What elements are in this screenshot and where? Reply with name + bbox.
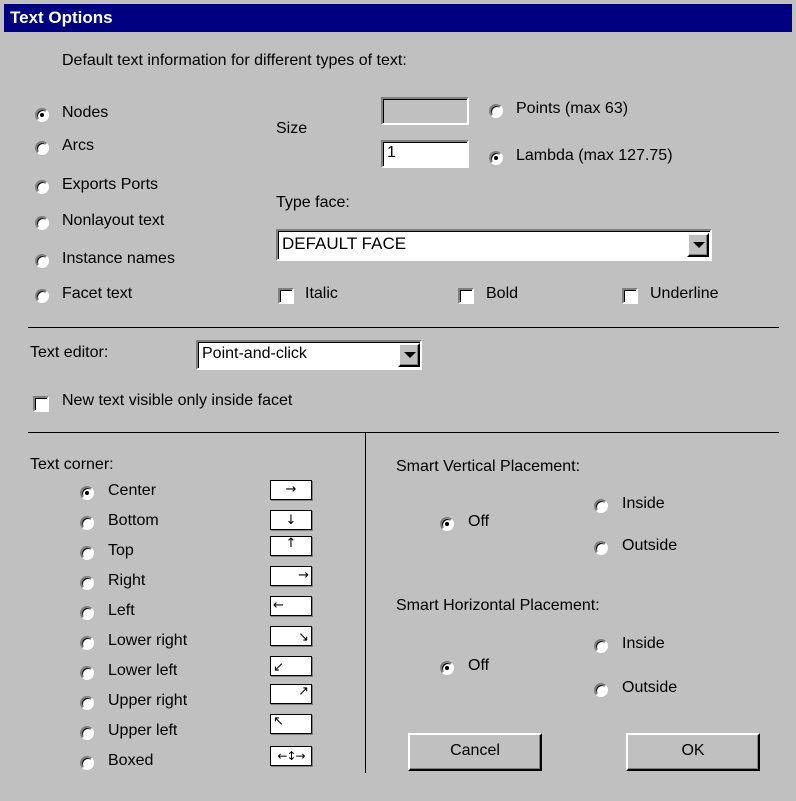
radio-horizontal-off[interactable] (440, 661, 454, 675)
arrow-lower-left-icon: ↙ (270, 656, 312, 676)
typeface-dropdown-button[interactable] (687, 233, 709, 257)
arrow-right-icon: → (270, 566, 312, 586)
radio-corner-left[interactable] (80, 606, 94, 620)
radio-lambda-label[interactable]: Lambda (max 127.75) (516, 147, 673, 165)
radio-corner-upper-left-label[interactable]: Upper left (108, 722, 177, 740)
radio-corner-upper-right[interactable] (80, 696, 94, 710)
divider (28, 327, 779, 328)
radio-corner-center[interactable] (80, 486, 94, 500)
radio-corner-right[interactable] (80, 576, 94, 590)
arrow-lower-right-icon: ↘ (270, 626, 312, 646)
radio-corner-upper-left[interactable] (80, 726, 94, 740)
bold-checkbox[interactable] (458, 288, 474, 304)
radio-horizontal-inside-label[interactable]: Inside (622, 635, 665, 653)
radio-horizontal-inside[interactable] (594, 639, 608, 653)
arrow-upper-right-icon: ↗ (270, 684, 312, 704)
radio-facet-text[interactable] (35, 289, 49, 303)
text-editor-dropdown-button[interactable] (398, 343, 420, 367)
radio-corner-upper-right-label[interactable]: Upper right (108, 692, 187, 710)
radio-vertical-outside-label[interactable]: Outside (622, 537, 677, 555)
radio-instance-names-label[interactable]: Instance names (62, 250, 175, 268)
radio-points[interactable] (489, 104, 503, 118)
radio-nodes[interactable] (35, 108, 49, 122)
radio-corner-boxed[interactable] (80, 756, 94, 770)
radio-facet-text-label[interactable]: Facet text (62, 285, 132, 303)
radio-corner-lower-right[interactable] (80, 636, 94, 650)
text-editor-label: Text editor: (30, 344, 109, 361)
radio-instance-names[interactable] (35, 254, 49, 268)
radio-corner-lower-left-label[interactable]: Lower left (108, 662, 177, 680)
radio-nonlayout-text[interactable] (35, 216, 49, 230)
divider (28, 432, 779, 433)
bold-label[interactable]: Bold (486, 285, 518, 303)
visible-inside-label[interactable]: New text visible only inside facet (62, 392, 292, 410)
radio-corner-lower-right-label[interactable]: Lower right (108, 632, 187, 650)
italic-label[interactable]: Italic (305, 285, 338, 303)
text-editor-select[interactable]: Point-and-click (196, 340, 422, 370)
smart-horizontal-label: Smart Horizontal Placement: (396, 597, 600, 614)
radio-arcs-label[interactable]: Arcs (62, 137, 94, 155)
dialog-title: Text Options (4, 4, 792, 32)
underline-label[interactable]: Underline (650, 285, 718, 303)
arrow-left-icon: ← (270, 596, 312, 616)
intro-text: Default text information for different t… (62, 52, 407, 69)
radio-horizontal-off-label[interactable]: Off (468, 657, 489, 675)
radio-corner-lower-left[interactable] (80, 666, 94, 680)
arrow-right-icon: → (270, 480, 312, 500)
radio-horizontal-outside[interactable] (594, 683, 608, 697)
radio-corner-right-label[interactable]: Right (108, 572, 145, 590)
arrow-down-icon: ↓ (270, 510, 312, 530)
divider (365, 433, 366, 773)
radio-corner-boxed-label[interactable]: Boxed (108, 752, 153, 770)
radio-points-label[interactable]: Points (max 63) (516, 100, 628, 118)
radio-exports-ports[interactable] (35, 180, 49, 194)
typeface-select[interactable]: DEFAULT FACE (276, 229, 712, 261)
radio-vertical-off[interactable] (440, 517, 454, 531)
points-input[interactable] (381, 97, 469, 125)
typeface-label: Type face: (276, 194, 350, 211)
radio-exports-ports-label[interactable]: Exports Ports (62, 176, 158, 194)
lambda-input[interactable]: 1 (381, 140, 469, 168)
visible-inside-checkbox[interactable] (33, 396, 49, 412)
arrow-upper-left-icon: ↖ (270, 714, 312, 734)
boxed-arrows-icon: ←↕→ (270, 746, 312, 766)
radio-lambda[interactable] (489, 151, 503, 165)
italic-checkbox[interactable] (278, 288, 294, 304)
text-corner-label: Text corner: (30, 456, 114, 473)
radio-vertical-inside-label[interactable]: Inside (622, 495, 665, 513)
radio-corner-bottom[interactable] (80, 516, 94, 530)
radio-vertical-off-label[interactable]: Off (468, 513, 489, 531)
radio-arcs[interactable] (35, 141, 49, 155)
underline-checkbox[interactable] (622, 288, 638, 304)
arrow-up-icon: ↑ (270, 536, 312, 556)
smart-vertical-label: Smart Vertical Placement: (396, 458, 581, 475)
radio-corner-bottom-label[interactable]: Bottom (108, 512, 159, 530)
cancel-button[interactable]: Cancel (408, 733, 542, 771)
radio-vertical-outside[interactable] (594, 541, 608, 555)
radio-corner-top-label[interactable]: Top (108, 542, 134, 560)
radio-corner-left-label[interactable]: Left (108, 602, 135, 620)
radio-nonlayout-text-label[interactable]: Nonlayout text (62, 212, 164, 230)
radio-corner-top[interactable] (80, 546, 94, 560)
radio-horizontal-outside-label[interactable]: Outside (622, 679, 677, 697)
radio-nodes-label[interactable]: Nodes (62, 104, 108, 122)
ok-button[interactable]: OK (626, 733, 760, 771)
radio-corner-center-label[interactable]: Center (108, 482, 156, 500)
size-label: Size (276, 120, 308, 137)
radio-vertical-inside[interactable] (594, 499, 608, 513)
